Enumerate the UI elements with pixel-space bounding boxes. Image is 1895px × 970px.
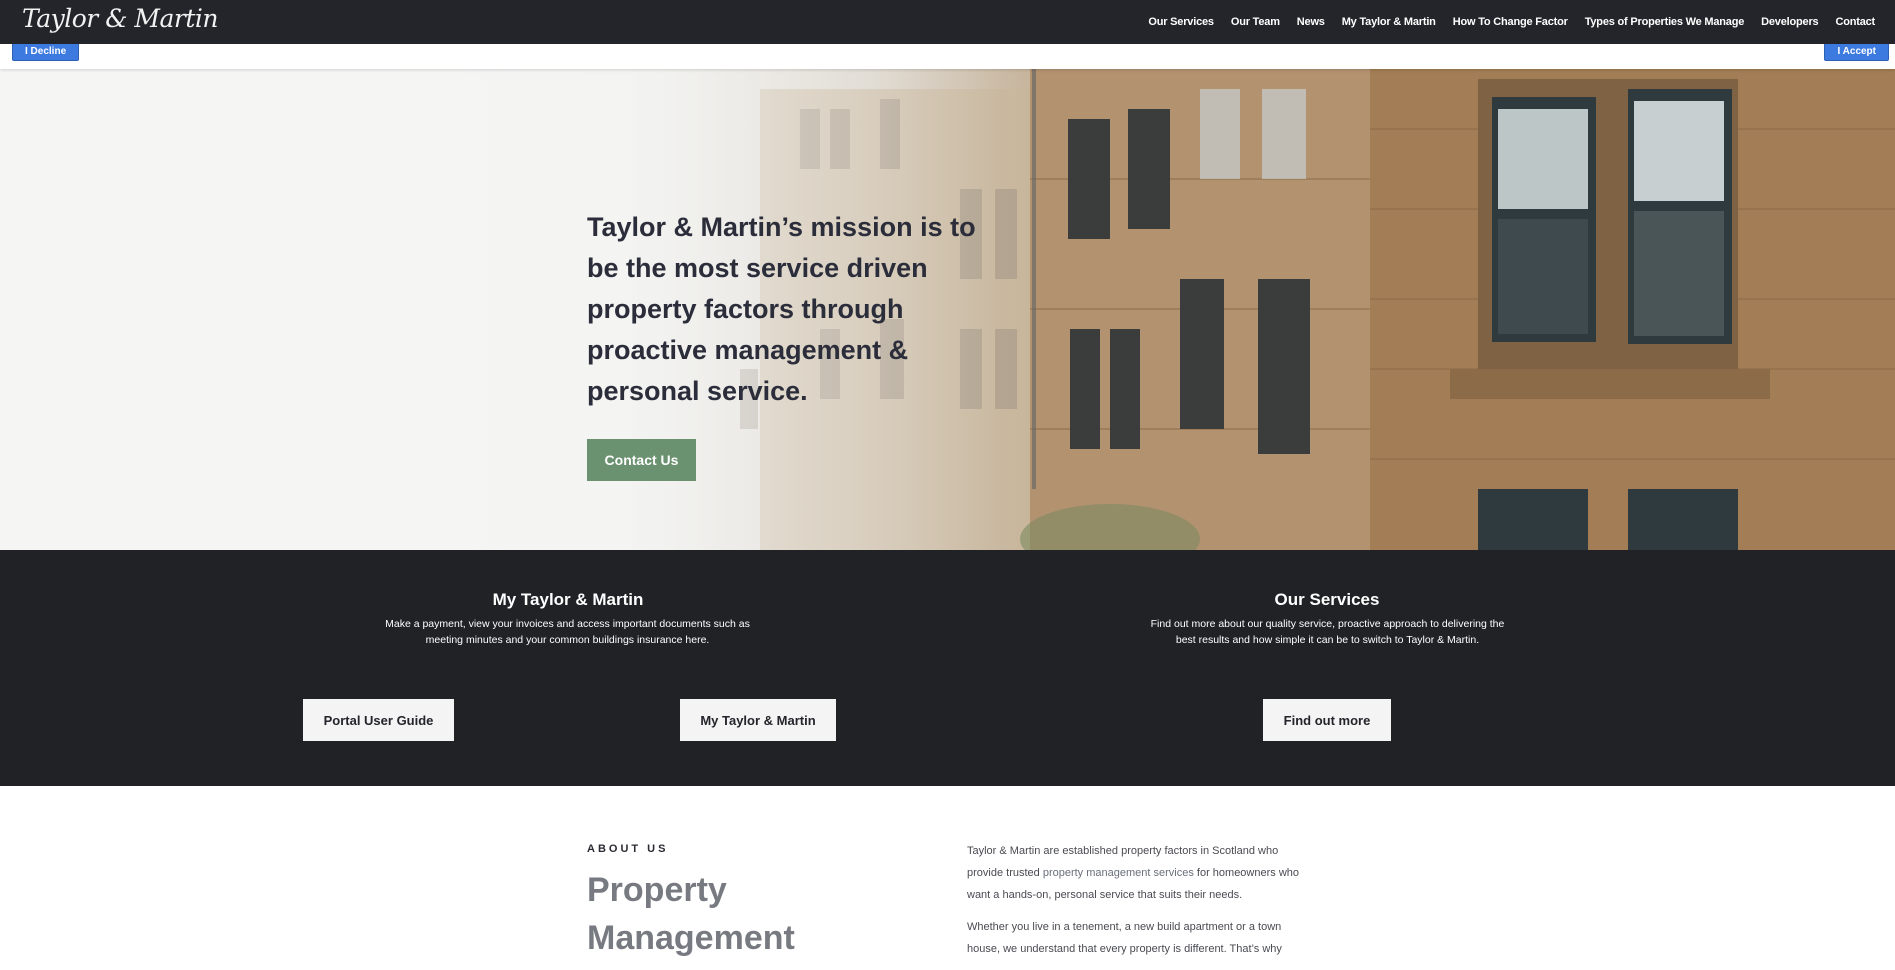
- services-title: Our Services: [1274, 590, 1380, 609]
- top-navigation: Taylor & Martin Our Services Our Team Ne…: [0, 0, 1895, 44]
- main-nav: Our Services Our Team News My Taylor & M…: [1148, 0, 1875, 44]
- about-paragraph-2: Whether you live in a tenement, a new bu…: [967, 921, 1282, 955]
- nav-types-of-properties[interactable]: Types of Properties We Manage: [1585, 16, 1745, 28]
- nav-contact[interactable]: Contact: [1835, 16, 1875, 28]
- find-out-more-button[interactable]: Find out more: [1263, 699, 1391, 741]
- my-taylor-martin-button[interactable]: My Taylor & Martin: [680, 699, 836, 741]
- nav-news[interactable]: News: [1297, 16, 1325, 28]
- cookie-bar: I Decline I Accept: [0, 41, 1895, 69]
- cookie-decline-button[interactable]: I Decline: [12, 41, 80, 61]
- about-paragraph-1: Taylor & Martin are established property…: [967, 845, 1300, 901]
- about-eyebrow: ABOUT US: [587, 843, 669, 855]
- services-description: Find out more about our quality service,…: [1150, 618, 1505, 646]
- portal-title: My Taylor & Martin: [492, 590, 644, 609]
- about-text: Taylor & Martin are established property…: [967, 840, 1302, 970]
- nav-how-to-change-factor[interactable]: How To Change Factor: [1453, 16, 1568, 28]
- nav-developers[interactable]: Developers: [1761, 16, 1819, 28]
- site-logo[interactable]: Taylor & Martin: [22, 4, 219, 33]
- contact-us-button[interactable]: Contact Us: [587, 439, 696, 481]
- nav-our-team[interactable]: Our Team: [1231, 16, 1280, 28]
- property-management-services-link[interactable]: property management services: [1043, 867, 1194, 879]
- about-title: Property Management: [587, 871, 795, 957]
- hero-heading: Taylor & Martin’s mission is to be the m…: [587, 212, 976, 406]
- nav-my-taylor-martin[interactable]: My Taylor & Martin: [1342, 16, 1436, 28]
- nav-our-services[interactable]: Our Services: [1148, 16, 1214, 28]
- portal-user-guide-button[interactable]: Portal User Guide: [303, 699, 454, 741]
- portal-services-section: My Taylor & Martin Make a payment, view …: [0, 550, 1895, 786]
- hero-section: Taylor & Martin’s mission is to be the m…: [0, 69, 1895, 550]
- cookie-accept-button[interactable]: I Accept: [1824, 41, 1889, 61]
- portal-description: Make a payment, view your invoices and a…: [385, 618, 750, 646]
